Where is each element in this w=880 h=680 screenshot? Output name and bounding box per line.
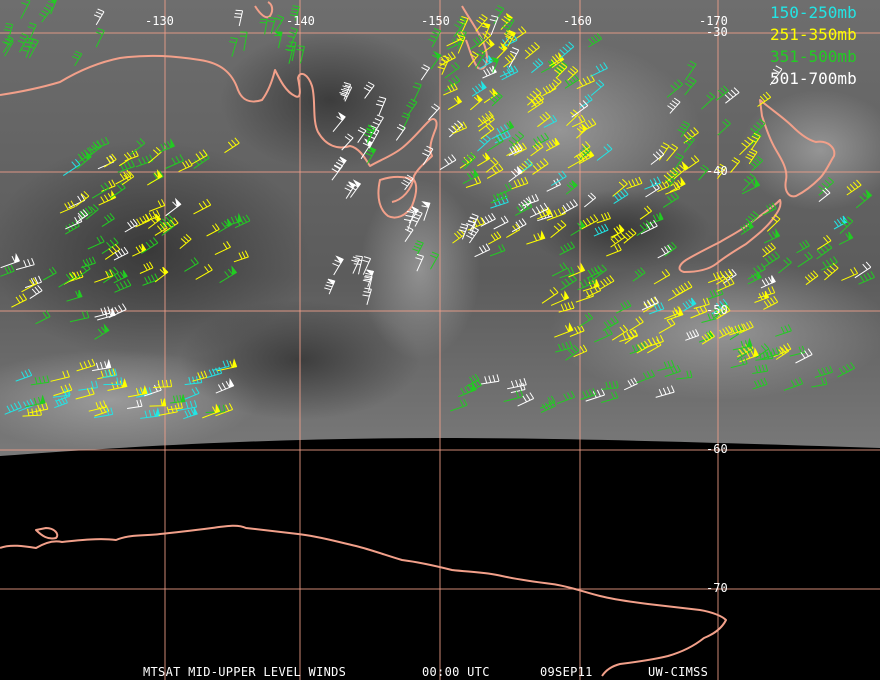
footer-product: MTSAT MID-UPPER LEVEL WINDS: [143, 665, 346, 679]
lat-label-70: -70: [706, 581, 728, 595]
footer-source: UW-CIMSS: [648, 665, 708, 679]
legend-150-250mb: 150-250mb: [770, 3, 857, 22]
lon-label-140: -140: [286, 14, 315, 28]
lon-label-150: -150: [421, 14, 450, 28]
satellite-map: -130 -140 -150 -160 -170 -30 -40 -50 -60…: [0, 0, 880, 680]
lon-label-130: -130: [145, 14, 174, 28]
legend-351-500mb: 351-500mb: [770, 47, 857, 66]
lat-label-30: -30: [706, 25, 728, 39]
lat-label-40: -40: [706, 164, 728, 178]
footer-date: 09SEP11: [540, 665, 593, 679]
footer-time: 00:00 UTC: [422, 665, 490, 679]
lat-label-60: -60: [706, 442, 728, 456]
lat-label-50: -50: [706, 303, 728, 317]
legend-501-700mb: 501-700mb: [770, 69, 857, 88]
lon-label-160: -160: [563, 14, 592, 28]
legend-251-350mb: 251-350mb: [770, 25, 857, 44]
